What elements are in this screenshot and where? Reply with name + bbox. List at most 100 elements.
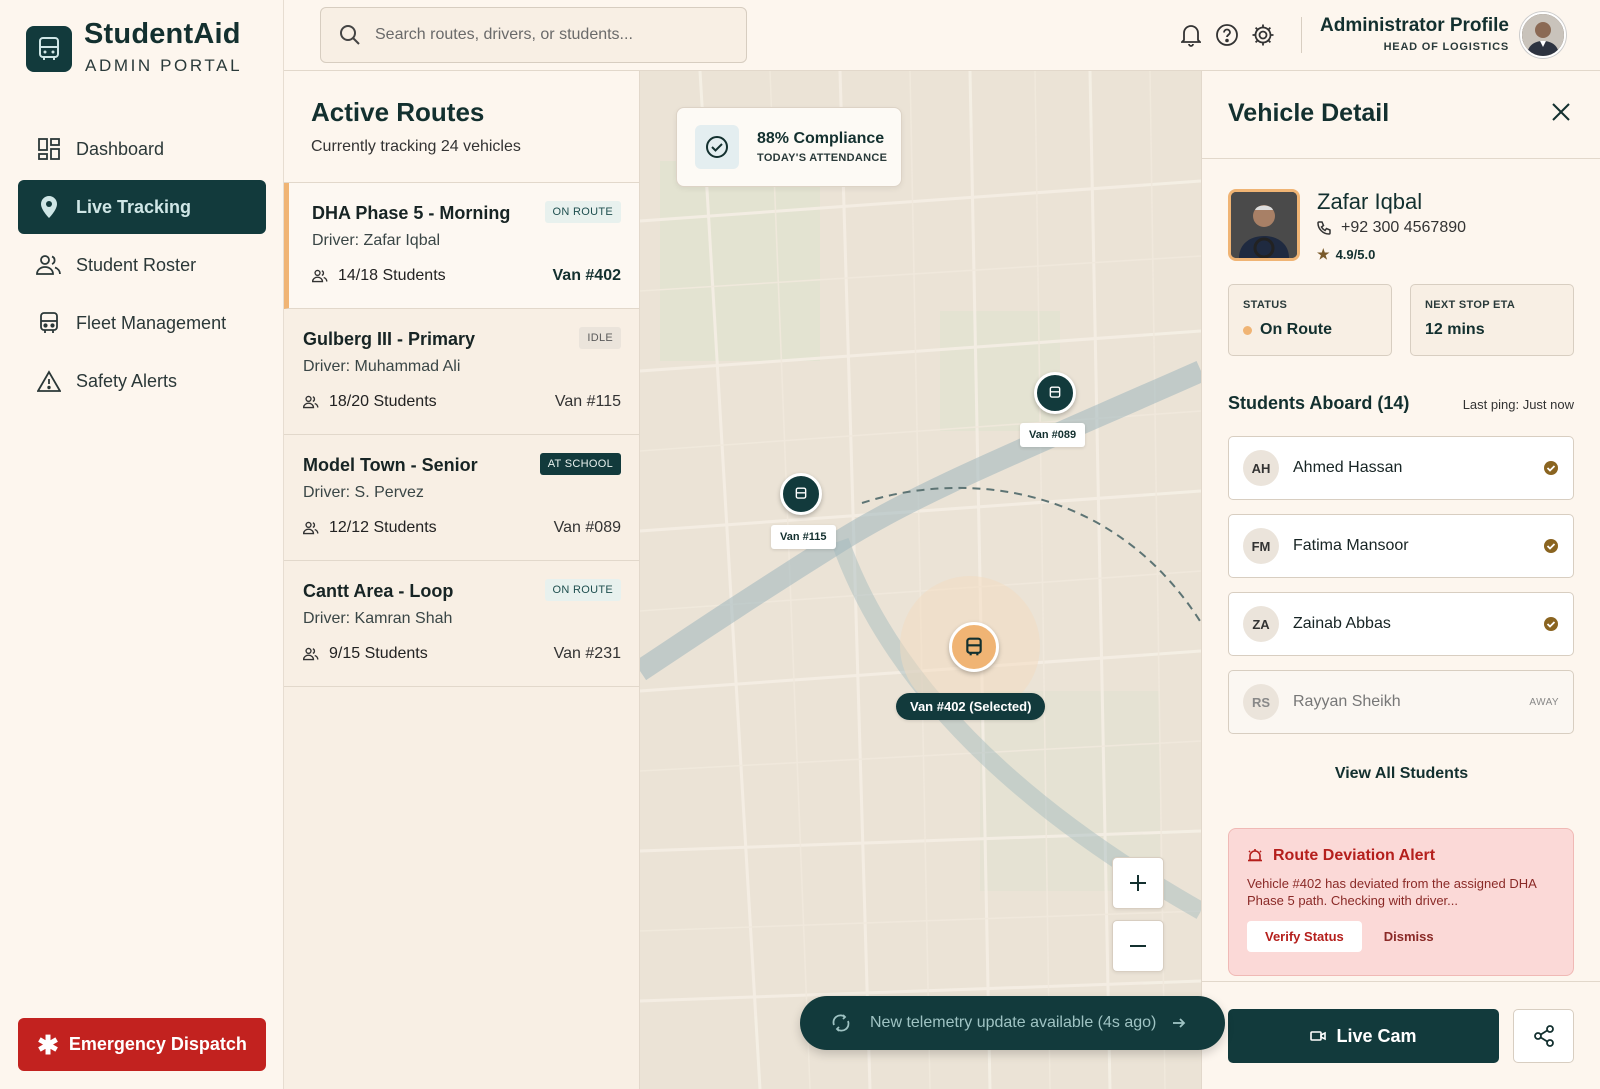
status-label: STATUS — [1243, 299, 1288, 311]
route-card[interactable]: Gulberg III - Primary Driver: Muhammad A… — [284, 309, 639, 435]
emergency-dispatch-label: Emergency Dispatch — [68, 1034, 247, 1054]
status-badge: AT SCHOOL — [539, 453, 621, 475]
route-students: 12/12 Students — [329, 519, 437, 536]
bus-icon — [966, 637, 982, 656]
route-card[interactable]: DHA Phase 5 - Morning Driver: Zafar Iqba… — [284, 183, 639, 309]
list-item[interactable]: AH Ahmed Hassan — [1228, 436, 1574, 500]
routes-title: Active Routes — [311, 97, 485, 127]
eta-label: NEXT STOP ETA — [1425, 299, 1516, 311]
sidebar-item-safety-alerts[interactable]: Safety Alerts — [18, 354, 266, 408]
top-divider — [1301, 17, 1302, 53]
plus-icon — [1130, 875, 1146, 891]
people-icon — [36, 252, 62, 278]
help-icon[interactable] — [1214, 20, 1240, 50]
student-name: Fatima Mansoor — [1293, 537, 1409, 554]
footer-divider — [1202, 981, 1600, 982]
list-item[interactable]: RS Rayyan Sheikh AWAY — [1228, 670, 1574, 734]
people-icon — [303, 395, 319, 409]
alert-body: Vehicle #402 has deviated from the assig… — [1247, 876, 1537, 908]
sidebar-item-label: Fleet Management — [76, 312, 227, 333]
route-card[interactable]: Model Town - Senior Driver: S. Pervez AT… — [284, 435, 639, 561]
bell-icon[interactable] — [1178, 20, 1204, 50]
profile-name[interactable]: Administrator Profile — [1320, 15, 1509, 37]
minus-icon — [1130, 945, 1146, 947]
status-dot-icon — [1243, 325, 1252, 335]
avatar[interactable] — [1520, 12, 1566, 58]
gear-icon[interactable] — [1250, 20, 1276, 50]
sidebar-item-student-roster[interactable]: Student Roster — [18, 238, 266, 292]
students-aboard-title: Students Aboard (14) — [1228, 393, 1410, 413]
student-name: Zainab Abbas — [1293, 615, 1391, 632]
route-name: Gulberg III - Primary — [303, 329, 476, 349]
route-driver: Driver: Zafar Iqbal — [312, 232, 441, 249]
student-name: Ahmed Hassan — [1293, 459, 1403, 476]
status-badge: ON ROUTE — [544, 201, 621, 223]
alert-title: Route Deviation Alert — [1273, 847, 1436, 864]
sidebar-item-label: Student Roster — [76, 254, 197, 275]
route-deviation-alert: Route Deviation Alert Vehicle #402 has d… — [1228, 828, 1574, 976]
sidebar-item-fleet-management[interactable]: Fleet Management — [18, 296, 266, 350]
video-camera-icon — [1310, 1031, 1327, 1041]
eta-card: NEXT STOP ETA 12 mins — [1410, 284, 1574, 356]
people-icon — [312, 269, 328, 283]
dashboard-icon — [36, 136, 62, 162]
route-students: 14/18 Students — [338, 267, 446, 284]
bus-icon — [1049, 386, 1061, 398]
driver-phone-row: +92 300 4567890 — [1317, 219, 1466, 237]
telemetry-text: New telemetry update available (4s ago) — [870, 1014, 1157, 1031]
status-badge: ON ROUTE — [544, 579, 621, 601]
zoom-in-button[interactable] — [1112, 857, 1164, 909]
detail-header: Vehicle Detail — [1202, 71, 1600, 159]
student-name: Rayyan Sheikh — [1293, 693, 1401, 710]
van-402-marker[interactable] — [949, 622, 999, 672]
van-115-marker[interactable] — [780, 473, 822, 515]
list-item[interactable]: ZA Zainab Abbas — [1228, 592, 1574, 656]
emergency-dispatch-button[interactable]: ✱ Emergency Dispatch — [18, 1018, 266, 1071]
top-icons — [1178, 20, 1276, 50]
search-input[interactable] — [375, 26, 705, 44]
people-icon — [303, 647, 319, 661]
route-card[interactable]: Cantt Area - Loop Driver: Kamran Shah ON… — [284, 561, 639, 687]
sidebar-item-label: Live Tracking — [76, 196, 192, 217]
status-badge: IDLE — [579, 327, 621, 349]
telemetry-toast[interactable]: New telemetry update available (4s ago) — [800, 996, 1225, 1050]
sidebar-item-live-tracking[interactable]: Live Tracking — [18, 180, 266, 234]
bus-logo-icon — [26, 26, 72, 72]
list-item[interactable]: FM Fatima Mansoor — [1228, 514, 1574, 578]
driver-phone[interactable]: +92 300 4567890 — [1341, 219, 1466, 237]
route-van: Van #089 — [553, 519, 621, 536]
search-icon — [339, 24, 361, 46]
zoom-out-button[interactable] — [1112, 920, 1164, 972]
check-circle-icon — [695, 125, 739, 169]
dismiss-button[interactable]: Dismiss — [1384, 929, 1434, 944]
view-all-students-link[interactable]: View All Students — [1202, 765, 1600, 783]
search-box[interactable] — [320, 7, 747, 63]
compliance-label: TODAY'S ATTENDANCE — [757, 152, 888, 164]
location-pin-icon — [36, 194, 62, 220]
compliance-card: 88% Compliance TODAY'S ATTENDANCE — [676, 107, 902, 187]
van-089-label: Van #089 — [1020, 423, 1086, 447]
share-button[interactable] — [1513, 1009, 1574, 1063]
route-van: Van #115 — [554, 393, 621, 410]
van-402-label: Van #402 (Selected) — [896, 693, 1046, 720]
check-badge-icon — [1544, 461, 1558, 475]
live-cam-button[interactable]: Live Cam — [1228, 1009, 1499, 1063]
student-initials: ZA — [1243, 606, 1279, 642]
close-icon[interactable] — [1550, 101, 1572, 123]
away-badge: AWAY — [1529, 697, 1559, 708]
arrow-right-icon — [1172, 1017, 1186, 1029]
check-badge-icon — [1544, 617, 1558, 631]
van-089-marker[interactable] — [1034, 372, 1076, 414]
people-icon — [303, 521, 319, 535]
route-driver: Driver: S. Pervez — [303, 484, 424, 501]
driver-photo — [1228, 189, 1300, 261]
map-view[interactable]: 88% Compliance TODAY'S ATTENDANCE Van #0… — [640, 71, 1201, 1089]
asterisk-icon: ✱ — [37, 1029, 59, 1060]
route-van: Van #231 — [553, 645, 621, 662]
sidebar-item-label: Dashboard — [76, 138, 165, 159]
driver-rating-row: ★ 4.9/5.0 — [1317, 246, 1375, 263]
verify-status-button[interactable]: Verify Status — [1247, 921, 1362, 952]
student-initials: RS — [1243, 684, 1279, 720]
status-card: STATUS On Route — [1228, 284, 1392, 356]
sidebar-item-dashboard[interactable]: Dashboard — [18, 122, 266, 176]
